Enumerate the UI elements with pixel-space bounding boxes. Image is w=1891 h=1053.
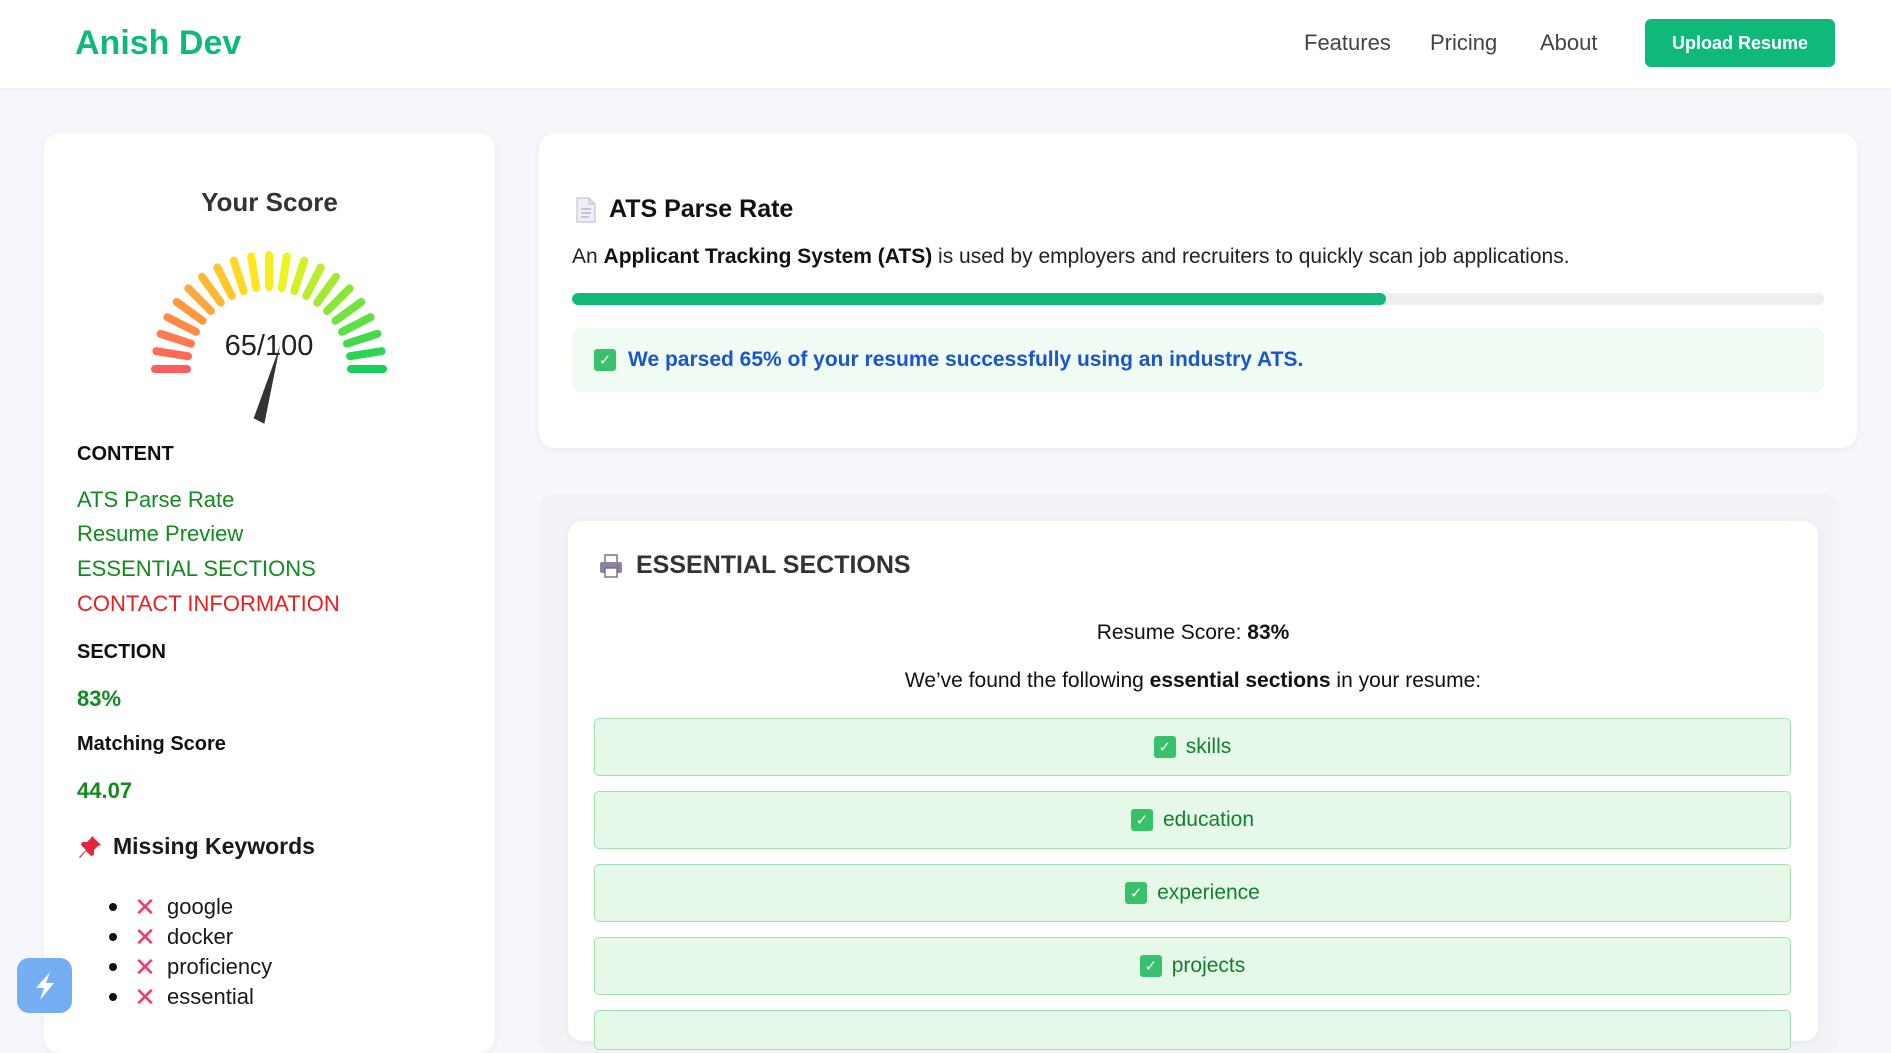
checkbox-icon: ✓ [1139, 955, 1162, 977]
gauge-tick [342, 329, 382, 348]
missing-keyword-item: ✕ docker [109, 922, 272, 952]
gauge-tick [213, 263, 236, 300]
ats-note-text: We parsed 65% of your resume successfull… [628, 348, 1304, 371]
resume-score-line: Resume Score: 83% [568, 621, 1818, 645]
essential-section-label: projects [1171, 954, 1246, 977]
gauge-tick [247, 252, 261, 293]
missing-keywords-title: Missing Keywords [113, 833, 315, 859]
bullet [109, 903, 117, 911]
gauge-tick [197, 272, 225, 307]
document-icon [576, 196, 596, 223]
score-gauge: 65/100 [151, 251, 387, 424]
nav-about[interactable]: About [1540, 30, 1598, 56]
cross-mark-icon: ✕ [134, 891, 156, 922]
lightning-icon [35, 971, 54, 1000]
cross-mark-icon: ✕ [134, 921, 156, 952]
missing-keyword-item: ✕ essential [109, 982, 272, 1012]
essential-section-item-education: ✓ education [594, 791, 1791, 849]
matching-score-value: 44.07 [77, 778, 133, 803]
found-suffix: in your resume: [1330, 669, 1482, 692]
content-heading: CONTENT [77, 443, 174, 465]
top-header: Anish Dev Features Pricing About Upload … [0, 0, 1891, 88]
ats-desc-suffix: is used by employers and recruiters to q… [932, 245, 1570, 268]
gauge-tick [302, 263, 325, 300]
gauge-tick [313, 272, 341, 307]
gauge-score-label: 65/100 [225, 330, 314, 362]
score-sidebar: Your Score 65/100 CONTENT ATS Parse Rate… [44, 133, 495, 1053]
resume-score-value: 83% [1247, 621, 1290, 644]
sidebar-link-contact-information[interactable]: CONTACT INFORMATION [77, 591, 340, 617]
gauge-tick [277, 252, 291, 293]
matching-score-heading: Matching Score [77, 733, 226, 755]
sidebar-link-essential-sections[interactable]: ESSENTIAL SECTIONS [77, 556, 316, 582]
essential-section-label: skills [1185, 735, 1232, 758]
missing-keyword-item: ✕ proficiency [109, 952, 272, 982]
missing-keywords-heading: Missing Keywords [77, 833, 315, 860]
nav-features[interactable]: Features [1304, 30, 1391, 56]
section-heading: SECTION [77, 641, 166, 663]
essential-section-item-experience: ✓ experience [594, 864, 1791, 922]
essential-title-text: ESSENTIAL SECTIONS [636, 551, 911, 579]
missing-keyword-text: proficiency [167, 954, 273, 979]
bullet [109, 933, 117, 941]
essential-section-label: experience [1157, 881, 1260, 904]
printer-icon [600, 553, 622, 578]
cross-mark-icon: ✕ [134, 981, 156, 1012]
essential-card-title: ESSENTIAL SECTIONS [598, 551, 911, 580]
found-prefix: We’ve found the following [904, 669, 1150, 692]
score-title: Your Score [201, 187, 338, 217]
upload-resume-button[interactable]: Upload Resume [1645, 19, 1835, 67]
missing-keyword-text: essential [167, 984, 254, 1009]
ats-desc-prefix: An [572, 245, 604, 268]
bullet [109, 963, 117, 971]
ats-parse-rate-card: ATS Parse Rate An Applicant Tracking Sys… [539, 133, 1857, 448]
checkbox-icon: ✓ [1125, 882, 1148, 904]
nav-pricing[interactable]: Pricing [1430, 30, 1497, 56]
gauge-tick [290, 256, 309, 296]
missing-keyword-text: google [167, 894, 234, 919]
essential-section-label: education [1162, 808, 1255, 831]
missing-keywords-list: ✕ google ✕ docker ✕ proficiency ✕ essential [109, 892, 272, 1012]
sidebar-link-resume-preview[interactable]: Resume Preview [77, 521, 243, 547]
resume-score-prefix: Resume Score: [1096, 621, 1248, 644]
gauge-tick [163, 313, 200, 336]
essential-section-item-skills: ✓ skills [594, 718, 1791, 776]
sidebar-link-ats-parse-rate[interactable]: ATS Parse Rate [77, 487, 234, 513]
ats-description: An Applicant Tracking System (ATS) is us… [572, 245, 1570, 269]
essential-section-item-projects: ✓ projects [594, 937, 1791, 995]
gauge-tick [156, 329, 196, 348]
ats-desc-bold: Applicant Tracking System (ATS) [603, 245, 933, 268]
essential-section-item-partial [594, 1010, 1791, 1050]
checkbox-icon: ✓ [1153, 736, 1176, 758]
found-sections-line: We’ve found the following essential sect… [568, 669, 1818, 693]
ats-progress-bar [572, 293, 1824, 305]
cross-mark-icon: ✕ [134, 951, 156, 982]
checkbox-icon: ✓ [1130, 809, 1153, 831]
gauge-tick [229, 256, 248, 296]
missing-keyword-text: docker [167, 924, 234, 949]
gauge-tick [152, 347, 193, 361]
brand-logo[interactable]: Anish Dev [75, 24, 241, 63]
ats-card-title: ATS Parse Rate [575, 195, 793, 224]
found-bold: essential sections [1149, 669, 1331, 692]
gauge-tick [184, 284, 216, 316]
section-score-value: 83% [77, 686, 122, 711]
ats-title-text: ATS Parse Rate [609, 195, 794, 223]
missing-keyword-item: ✕ google [109, 892, 272, 922]
floating-assistant-button[interactable] [17, 958, 72, 1013]
ats-progress-fill [572, 293, 1386, 305]
ats-success-note: ✓ We parsed 65% of your resume successfu… [572, 328, 1824, 392]
essential-sections-card: ESSENTIAL SECTIONS Resume Score: 83% We’… [568, 521, 1818, 1050]
gauge-tick [338, 313, 375, 336]
gauge-tick [172, 297, 207, 325]
gauge-tick [322, 284, 354, 316]
checkbox-icon: ✓ [594, 349, 616, 371]
gauge-tick [345, 347, 386, 361]
gauge-tick [331, 297, 366, 325]
bullet [109, 993, 117, 1001]
pushpin-icon [79, 835, 101, 858]
